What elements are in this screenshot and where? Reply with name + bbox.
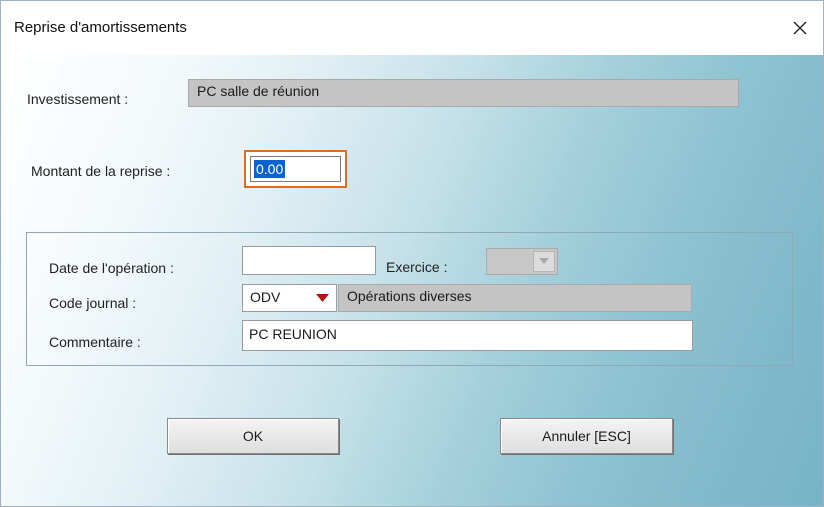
code-journal-label: Code journal : (49, 295, 137, 311)
montant-value: 0.00 (254, 160, 286, 178)
montant-input[interactable]: 0.00 (244, 150, 347, 188)
window-title: Reprise d'amortissements (14, 19, 187, 36)
dialog-window: Reprise d'amortissements Investissement … (0, 0, 824, 507)
dropdown-arrow-icon (315, 293, 329, 302)
ok-button[interactable]: OK (167, 418, 339, 454)
investissement-field: PC salle de réunion (188, 79, 739, 107)
close-icon (793, 21, 807, 35)
title-bar: Reprise d'amortissements (1, 1, 823, 55)
exercice-label: Exercice : (386, 259, 448, 275)
dialog-body: Investissement : PC salle de réunion Mon… (1, 55, 823, 506)
commentaire-input[interactable]: PC REUNION (242, 320, 693, 351)
exercice-dropdown-button[interactable] (533, 251, 555, 272)
commentaire-label: Commentaire : (49, 334, 141, 350)
date-operation-label: Date de l'opération : (49, 260, 174, 276)
montant-input-inner: 0.00 (250, 156, 341, 182)
cancel-button[interactable]: Annuler [ESC] (500, 418, 673, 454)
code-journal-select[interactable]: ODV (242, 284, 337, 312)
journal-name-field: Opérations diverses (338, 284, 692, 312)
code-journal-dropdown-button[interactable] (311, 287, 333, 309)
exercice-select[interactable] (486, 248, 558, 275)
investissement-label: Investissement : (27, 91, 129, 107)
date-operation-input[interactable] (242, 246, 376, 275)
chevron-down-icon (539, 258, 549, 264)
close-button[interactable] (783, 11, 817, 45)
code-journal-value: ODV (250, 289, 281, 305)
montant-label: Montant de la reprise : (31, 163, 171, 179)
